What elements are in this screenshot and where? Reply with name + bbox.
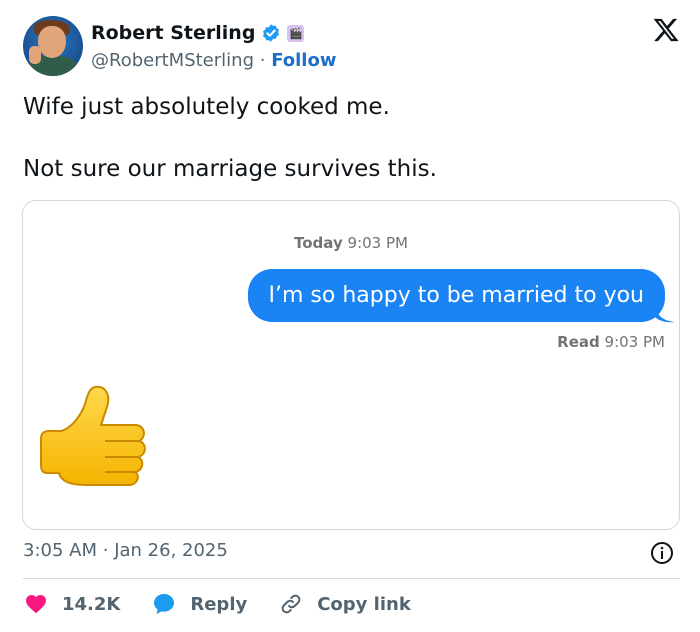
sent-message-bubble: I’m so happy to be married to you [247,269,665,322]
divider [23,578,680,579]
like-count: 14.2K [62,593,121,615]
action-bar: 14.2K Reply Copy link [24,592,443,616]
tweet-text: Wife just absolutely cooked me. Not sure… [23,92,437,184]
copy-link-button[interactable]: Copy link [279,592,411,616]
reply-bubble-icon [154,594,175,614]
follow-button[interactable]: Follow [271,50,336,71]
reply-label: Reply [190,593,248,615]
attached-screenshot[interactable]: Today 9:03 PM I’m so happy to be married… [22,200,680,530]
avatar[interactable] [23,16,83,76]
author-handle[interactable]: @RobertMSterling [91,50,254,71]
reply-button[interactable]: Reply [152,592,247,616]
bubble-tail [655,307,675,323]
affiliate-badge[interactable]: 🎬 [287,24,305,42]
read-receipt: Read 9:03 PM [557,333,665,351]
tweet-line: Not sure our marriage survives this. [23,156,437,182]
x-logo-icon[interactable] [652,16,680,44]
tweet-header: Robert Sterling 🎬 @RobertMSterling · Fol… [23,16,682,76]
link-icon [281,594,301,614]
verified-badge-icon [263,24,280,42]
message-timestamp: Today 9:03 PM [294,234,408,252]
heart-icon [26,595,46,614]
like-button[interactable]: 14.2K [24,592,120,616]
copy-link-label: Copy link [317,593,411,615]
author-name[interactable]: Robert Sterling [91,22,255,44]
handle-separator: · [259,50,266,71]
tweet-line: Wife just absolutely cooked me. [23,94,390,120]
info-icon[interactable] [650,541,674,565]
tweet-timestamp[interactable]: 3:05 AM · Jan 26, 2025 [23,540,228,561]
thumbs-up-emoji-icon [40,385,146,486]
